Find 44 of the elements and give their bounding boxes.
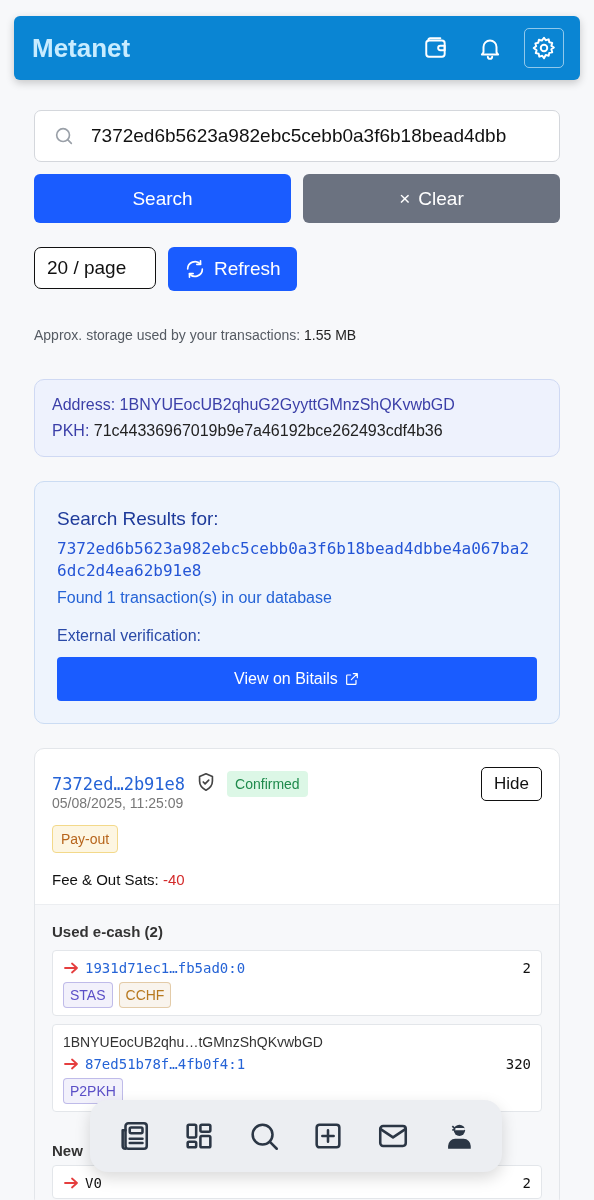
refresh-button[interactable]: Refresh — [168, 247, 297, 291]
tag-badge: P2PKH — [63, 1077, 123, 1104]
query-hash: 7372ed6b5623a982ebc5cebb0a3f6b18bead4dbbe4a067ba26dc2d4ea62b91e8 — [57, 538, 530, 583]
section-heading: New — [52, 1141, 84, 1159]
search-button[interactable]: Search — [34, 174, 291, 223]
hide-button[interactable]: Hide — [481, 766, 542, 801]
search-icon — [53, 125, 75, 147]
arrow-icon — [63, 1176, 79, 1189]
gear-button[interactable] — [524, 28, 564, 68]
search-box[interactable]: 7372ed6b5623a982ebc5cebb0a3f6b18bead4dbb — [34, 110, 560, 162]
pkh-value: 71c44336967019b9e7a46192bce262493cdf4b36 — [93, 422, 443, 439]
refresh-icon — [184, 258, 206, 280]
fee-text: Fee & Out Sats: -40 — [52, 870, 186, 888]
type-badge: Pay-out — [52, 824, 119, 853]
view-on-bitails-button[interactable]: View on Bitails — [57, 656, 537, 701]
amount-text: 320 — [505, 1055, 531, 1072]
input-address: 1BNYUEocUB2qhu…tGMnzShQKvwbGD — [63, 1033, 324, 1050]
app-title: Metanet — [32, 32, 132, 64]
section-heading: Used e-cash (2) — [52, 922, 164, 940]
amount-text: 2 — [522, 1174, 531, 1191]
amount-text: 2 — [522, 959, 531, 976]
outpoint-link[interactable]: 1931d71ec1…fb5ad0:0 — [85, 959, 517, 976]
tag-badge: STAS — [63, 981, 113, 1008]
outpoint-link[interactable]: 87ed51b78f…4fb0f4:1 — [85, 1055, 500, 1072]
clear-button[interactable]: × Clear — [303, 174, 560, 223]
pkh-label: PKH: — [52, 422, 90, 439]
wallet-icon — [423, 35, 449, 61]
results-title: Search Results for: — [57, 508, 220, 530]
storage-text: Approx. storage used by your transactions: 1.55 MB — [34, 327, 358, 343]
tag-badge: CCHF — [118, 981, 172, 1008]
found-text: Found 1 transaction(s) in our database — [57, 588, 333, 607]
arrow-icon — [63, 1057, 79, 1070]
address-label: Address: — [52, 396, 116, 413]
arrow-icon — [63, 961, 79, 974]
address-value: 1BNYUEocUB2qhuG2GyyttGMnzShQKvwbGD — [119, 396, 455, 413]
page-size-select[interactable]: 20 / page — [34, 247, 156, 289]
external-link-icon — [343, 670, 360, 687]
external-label: External verification: — [57, 626, 203, 645]
settings-icon — [531, 35, 557, 61]
status-badge: Confirmed — [227, 770, 308, 797]
output-text: V0 — [85, 1174, 103, 1191]
transaction-date: 05/08/2025, 11:25:09 — [52, 794, 185, 811]
search-field[interactable]: 7372ed6b5623a982ebc5cebb0a3f6b18bead4dbb — [91, 125, 545, 147]
transaction-link[interactable]: 7372ed…2b91e8 — [52, 773, 186, 794]
